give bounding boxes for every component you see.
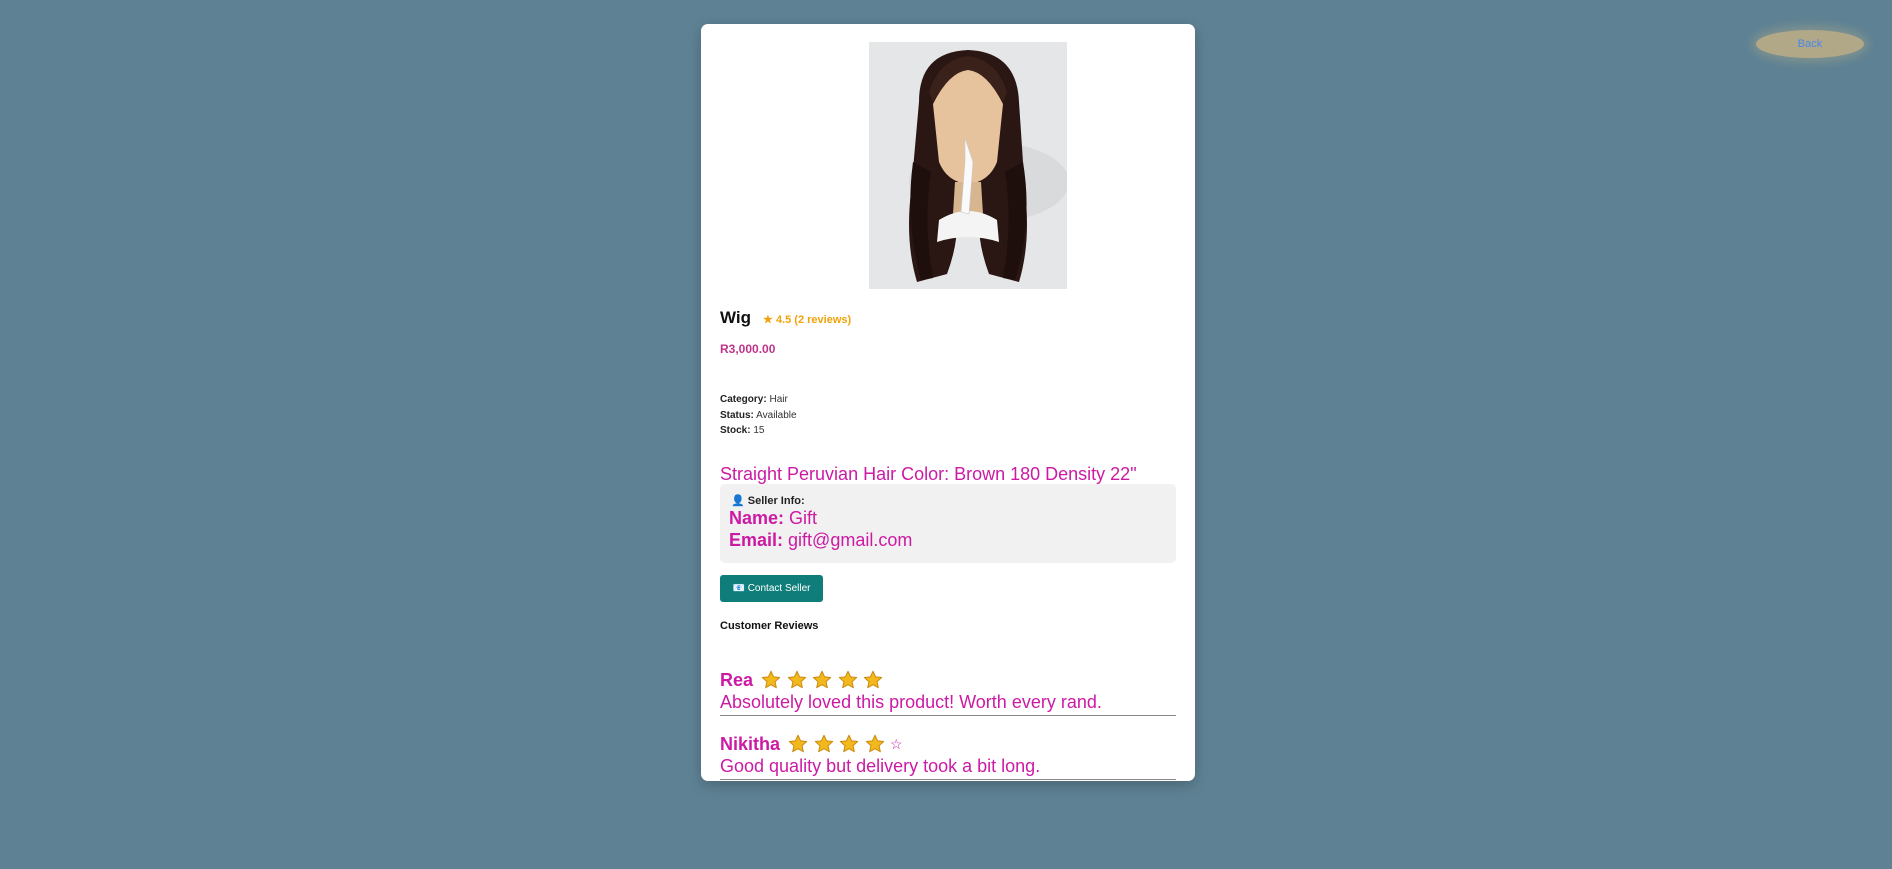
status-label: Status: <box>720 410 754 421</box>
category-value: Hair <box>769 394 788 405</box>
category-label: Category: <box>720 394 767 405</box>
reviewer-name: Nikitha <box>720 733 781 754</box>
star-filled-icon <box>863 670 883 689</box>
star-filled-icon <box>838 670 857 689</box>
meta-status: Status: Available <box>720 410 797 421</box>
seller-email: Email: gift@gmail.com <box>729 530 912 551</box>
seller-heading: 👤 Seller Info: <box>731 494 805 507</box>
contact-seller-button[interactable]: 📧 Contact Seller <box>720 575 823 602</box>
star-filled-icon <box>865 734 884 753</box>
seller-name: Name: Gift <box>729 508 817 529</box>
seller-email-value: gift@gmail.com <box>788 530 913 550</box>
product-card: Wig ★ 4.5 (2 reviews) R3,000.00 Category… <box>701 24 1195 781</box>
meta-stock: Stock: 15 <box>720 425 764 436</box>
product-price: R3,000.00 <box>720 342 776 356</box>
review-text: Good quality but delivery took a bit lon… <box>720 756 1041 776</box>
product-image <box>869 42 1067 289</box>
seller-name-label: Name: <box>729 508 785 528</box>
seller-name-value: Gift <box>789 508 818 528</box>
star-filled-icon <box>787 670 806 689</box>
back-button[interactable]: Back <box>1756 30 1864 58</box>
star-empty-icon: ☆ <box>890 736 903 752</box>
product-rating: ★ 4.5 (2 reviews) <box>763 313 851 326</box>
stock-label: Stock: <box>720 425 751 436</box>
status-value: Available <box>756 410 797 421</box>
review-item: Rea Absolutely loved this product! Worth… <box>720 668 1176 716</box>
star-filled-icon <box>761 670 781 689</box>
star-filled-icon <box>814 734 833 753</box>
review-stars <box>761 670 889 690</box>
review-item: Nikitha ☆ Good quality but delivery took… <box>720 732 1176 780</box>
reviewer-name: Rea <box>720 669 754 690</box>
product-title: Wig <box>720 308 752 327</box>
email-icon: 📧 <box>732 583 745 594</box>
review-text: Absolutely loved this product! Worth eve… <box>720 692 1102 712</box>
seller-email-label: Email: <box>729 530 784 550</box>
seller-info-box: 👤 Seller Info: Name: Gift Email: gift@gm… <box>720 484 1176 563</box>
contact-seller-label: Contact Seller <box>747 583 811 594</box>
seller-heading-text: Seller Info: <box>747 495 805 507</box>
reviews-heading: Customer Reviews <box>720 620 819 632</box>
star-filled-icon <box>839 734 859 753</box>
title-row: Wig ★ 4.5 (2 reviews) <box>720 308 851 328</box>
star-icon: ★ <box>763 314 773 326</box>
review-divider <box>720 715 1176 716</box>
rating-text: 4.5 (2 reviews) <box>775 314 852 326</box>
user-icon: 👤 <box>731 495 745 507</box>
star-filled-icon <box>812 670 832 689</box>
star-filled-icon <box>788 734 808 753</box>
review-stars: ☆ <box>788 734 903 754</box>
stock-value: 15 <box>753 425 765 436</box>
product-description: Straight Peruvian Hair Color: Brown 180 … <box>720 464 1137 484</box>
review-divider <box>720 779 1176 780</box>
meta-category: Category: Hair <box>720 394 788 405</box>
